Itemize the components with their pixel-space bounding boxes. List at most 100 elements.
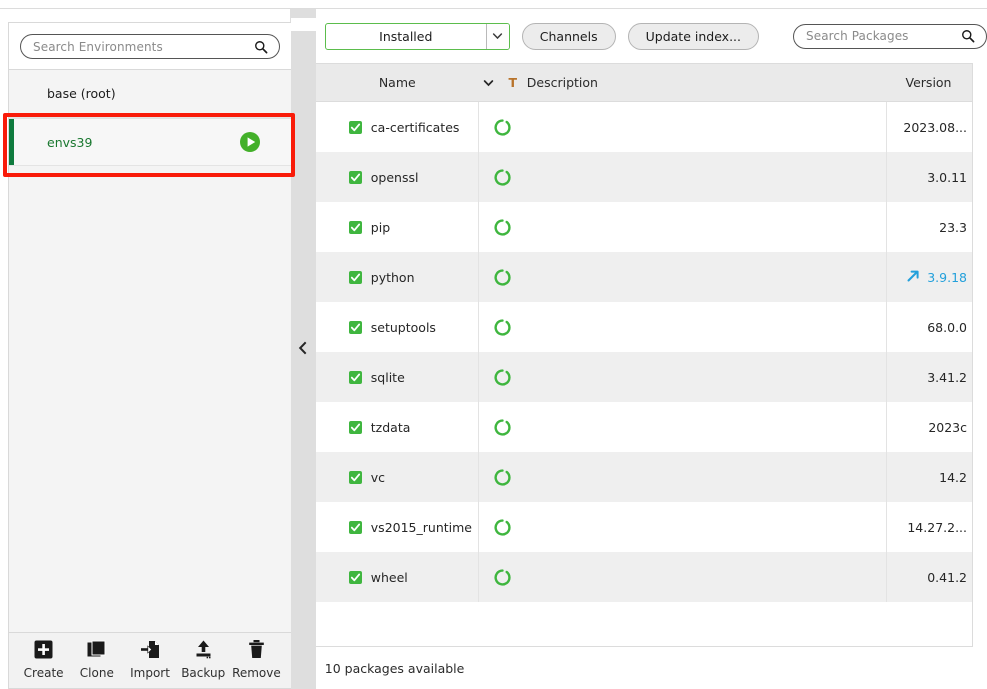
package-name: pip	[370, 219, 391, 235]
import-button[interactable]: Import	[123, 639, 176, 680]
package-name-cell: vs2015_runtime	[316, 502, 479, 552]
package-name: sqlite	[370, 369, 405, 385]
copy-icon	[86, 639, 107, 663]
environment-item-envs39[interactable]: envs39	[9, 118, 291, 166]
package-name: vc	[370, 469, 386, 485]
package-checkbox[interactable]	[348, 520, 362, 534]
column-header-description[interactable]: Description	[527, 75, 886, 90]
plus-square-icon	[33, 639, 54, 663]
column-header-name[interactable]: Name	[316, 75, 479, 90]
table-row[interactable]: vc 14.2	[315, 452, 987, 502]
remove-label: Remove	[232, 666, 281, 680]
table-row[interactable]: tzdata 2023c	[316, 402, 987, 452]
trash-icon	[246, 639, 267, 663]
table-row[interactable]: openssl 3.0.11	[315, 152, 987, 202]
package-version: 68.0.0	[886, 302, 971, 352]
package-version: 3.41.2	[886, 352, 971, 402]
chevron-down-icon[interactable]	[479, 75, 499, 90]
table-row[interactable]: sqlite 3.41.2	[315, 352, 987, 402]
package-version: 23.3	[886, 202, 971, 252]
package-description	[527, 302, 886, 352]
package-description	[527, 352, 886, 402]
package-checkbox[interactable]	[348, 320, 362, 334]
update-index-label: Update index...	[645, 28, 741, 44]
package-description	[527, 252, 886, 302]
environment-name: base (root)	[47, 86, 116, 101]
environment-item-base[interactable]: base (root)	[9, 70, 291, 118]
package-name-cell: python	[316, 252, 479, 302]
table-row[interactable]: vs2015_runtime 14.27.2...	[316, 502, 987, 552]
column-header-type[interactable]: T	[499, 75, 527, 90]
search-icon	[254, 40, 279, 54]
channels-button[interactable]: Channels	[521, 22, 616, 50]
loading-spinner-icon	[479, 502, 527, 552]
environments-panel-frame: Search Environments base (root) envs39 C…	[8, 22, 291, 689]
package-version: 3.0.11	[886, 152, 971, 202]
package-description	[527, 402, 886, 452]
packages-table-right-gutter	[972, 63, 987, 647]
package-name-cell: ca-certificates	[316, 102, 479, 152]
splitter-top-spacer	[291, 18, 317, 31]
package-filter-select[interactable]: Installed	[324, 22, 510, 50]
package-name-cell: sqlite	[316, 352, 479, 402]
package-name: openssl	[370, 169, 419, 185]
update-index-button[interactable]: Update index...	[627, 22, 759, 50]
package-version: 2023.08...	[886, 102, 971, 152]
loading-spinner-icon	[479, 102, 527, 152]
package-checkbox[interactable]	[348, 420, 362, 434]
loading-spinner-icon	[479, 252, 527, 302]
package-version: 0.41.2	[886, 552, 971, 602]
play-icon[interactable]	[239, 131, 261, 153]
create-button[interactable]: Create	[17, 639, 70, 680]
table-row[interactable]: python 3.9.18	[315, 252, 987, 302]
package-name-cell: setuptools	[316, 302, 479, 352]
package-description	[527, 202, 886, 252]
package-checkbox[interactable]	[348, 470, 362, 484]
clone-label: Clone	[79, 666, 114, 680]
create-label: Create	[23, 666, 64, 680]
arrow-up-right-icon	[906, 269, 920, 286]
upload-icon	[193, 639, 214, 663]
package-description	[527, 102, 886, 152]
packages-status-bar: 10 packages available	[315, 647, 987, 689]
package-description	[527, 452, 886, 502]
chevron-down-icon[interactable]	[485, 23, 509, 49]
package-name: vs2015_runtime	[370, 519, 472, 535]
clone-button[interactable]: Clone	[70, 639, 123, 680]
loading-spinner-icon	[479, 302, 527, 352]
column-header-version[interactable]: Version	[886, 75, 971, 90]
package-name-cell: vc	[316, 452, 479, 502]
environments-list[interactable]: base (root) envs39	[9, 69, 291, 632]
package-checkbox[interactable]	[348, 120, 362, 134]
packages-table-header: Name T Description Version	[315, 63, 987, 102]
backup-button[interactable]: Backup	[177, 639, 230, 680]
loading-spinner-icon	[479, 552, 527, 602]
package-checkbox[interactable]	[348, 170, 362, 184]
table-row[interactable]: pip 23.3	[316, 202, 987, 252]
packages-toolbar: Installed Channels Update index... Searc…	[315, 9, 987, 63]
package-checkbox[interactable]	[348, 570, 362, 584]
table-row[interactable]: ca-certificates 2023.08...	[316, 102, 987, 152]
navigator-environments-page: Search Environments base (root) envs39 C…	[0, 9, 987, 689]
package-description	[527, 152, 886, 202]
package-version-upgradable[interactable]: 3.9.18	[886, 252, 971, 302]
search-environments-placeholder: Search Environments	[33, 39, 163, 54]
search-icon	[961, 29, 986, 43]
loading-spinner-icon	[479, 402, 527, 452]
environment-name: envs39	[47, 134, 93, 150]
packages-table-body[interactable]: ca-certificates 2023.08... openssl 3.0.1…	[315, 102, 987, 647]
remove-button[interactable]: Remove	[230, 639, 283, 680]
package-version: 2023c	[886, 402, 971, 452]
panel-splitter[interactable]	[289, 9, 316, 689]
package-checkbox[interactable]	[348, 370, 362, 384]
chevron-left-icon[interactable]	[297, 341, 309, 358]
packages-available-count: 10 packages available	[324, 660, 465, 676]
search-environments-input[interactable]: Search Environments	[20, 34, 280, 59]
package-description	[527, 502, 886, 552]
package-checkbox[interactable]	[348, 220, 362, 234]
package-version: 14.2	[886, 452, 971, 502]
table-row[interactable]: setuptools 68.0.0	[316, 302, 987, 352]
package-checkbox[interactable]	[348, 270, 362, 284]
table-row[interactable]: wheel 0.41.2	[315, 552, 987, 602]
search-packages-input[interactable]: Search Packages	[793, 23, 987, 49]
